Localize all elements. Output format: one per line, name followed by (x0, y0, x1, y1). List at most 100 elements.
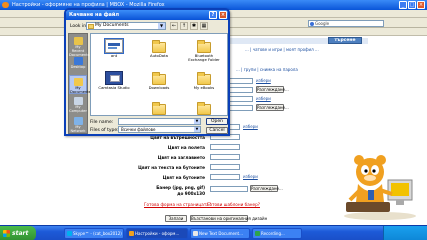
folder-icon (88, 24, 94, 29)
file-name: Camtasia Studio (98, 85, 130, 90)
firefox-icon (2, 2, 9, 8)
taskbar-button[interactable]: Recording... (252, 228, 302, 239)
look-in-value: My Documents (95, 23, 129, 28)
place-my-computer[interactable]: My Computer (69, 95, 87, 114)
pick-link[interactable]: избери (256, 96, 271, 101)
place-network[interactable]: My Network (69, 115, 87, 134)
file-name-input[interactable]: ▼ (118, 118, 201, 125)
place-recent[interactable]: My Recent Documents (69, 35, 90, 56)
color-field[interactable] (210, 154, 240, 160)
reset-design-button[interactable]: Възстанови на оригиналния дизайн (190, 215, 267, 222)
file-name: My eBooks (193, 85, 215, 90)
taskbar-button[interactable]: New Text Document... (190, 228, 250, 239)
file-type-label: Files of type: (90, 128, 119, 133)
file-item[interactable]: Downloads (141, 72, 177, 90)
form-label: Банер (jpg, png, gif) (156, 185, 205, 190)
cartoon-mascot-image (344, 155, 416, 220)
taskbar-button-label: New Text Document... (199, 231, 243, 236)
file-name: Downloads (148, 85, 170, 90)
folder-icon (197, 72, 211, 85)
maximize-button[interactable]: □ (408, 1, 416, 9)
look-in-label: Look in: (70, 24, 88, 29)
color-field[interactable] (210, 164, 240, 170)
file-item[interactable]: Bluetooth Exchange Folder (186, 40, 222, 62)
file-list: ant AutoData Bluetooth Exchange Folder C… (90, 33, 228, 116)
google-search-box[interactable]: Google (308, 20, 384, 27)
system-tray (383, 226, 427, 240)
taskbar-button[interactable]: Настройки - оформ... (126, 228, 188, 239)
look-in-select[interactable]: My Documents ▼ (86, 22, 166, 30)
close-window-button[interactable]: × (417, 1, 425, 9)
file-item[interactable] (141, 102, 177, 116)
pick-link[interactable]: избери (243, 174, 258, 179)
save-button[interactable]: Запази (165, 215, 187, 222)
folder-icon (197, 102, 211, 115)
place-desktop[interactable]: Desktop (69, 55, 87, 74)
file-type-select[interactable]: Всички файлове ▼ (118, 126, 201, 133)
view-menu-icon[interactable]: ▦ (200, 22, 208, 30)
file-item[interactable] (186, 102, 222, 116)
place-label: My Documents (70, 86, 91, 94)
dialog-close-button[interactable]: × (219, 11, 227, 19)
file-item[interactable]: Camtasia Studio (96, 71, 132, 90)
start-button[interactable]: start (0, 226, 36, 240)
folder-icon (197, 40, 211, 53)
color-input[interactable] (228, 78, 253, 84)
notepad-icon (193, 231, 198, 236)
camtasia-folder-icon (105, 71, 123, 85)
browse-button[interactable]: Разглеждане... (250, 185, 283, 192)
recorder-icon (255, 231, 260, 236)
color-field[interactable] (210, 144, 240, 150)
folder-icon (152, 40, 166, 53)
form-label: Цвят на полета (167, 145, 205, 150)
open-button[interactable]: Open (206, 118, 228, 125)
dialog-title: Качване на файл (69, 12, 120, 18)
browse-button[interactable]: Разглеждане... (256, 86, 289, 93)
cancel-button[interactable]: Cancel (206, 127, 228, 134)
place-my-documents[interactable]: My Documents (69, 75, 91, 94)
file-path-input[interactable] (228, 87, 253, 93)
windows-logo-icon (3, 230, 10, 237)
taskbar-button-label: Настройки - оформ... (135, 231, 180, 236)
new-folder-icon[interactable]: ✱ (190, 22, 198, 30)
chevron-down-icon: ▼ (194, 119, 200, 124)
site-search-button[interactable]: търсене (328, 37, 362, 44)
help-link[interactable]: Готова форма на страницата? (144, 202, 211, 207)
place-label: My Computer (69, 105, 87, 113)
dialog-toolbar: ← ↑ ✱ ▦ (170, 22, 208, 30)
pick-link[interactable]: избери (243, 124, 258, 129)
chevron-down-icon: ▼ (194, 127, 200, 132)
folder-icon (152, 72, 166, 85)
banner-file-input[interactable] (210, 186, 248, 192)
folder-icon (152, 102, 166, 115)
browse-button[interactable]: Разглеждане... (256, 104, 289, 111)
file-item[interactable]: AutoData (141, 40, 177, 58)
file-path-input[interactable] (228, 105, 253, 111)
up-folder-icon[interactable]: ↑ (180, 22, 188, 30)
network-icon (73, 117, 83, 125)
recent-documents-icon (73, 37, 83, 45)
help-link[interactable]: Готови шаблони банер? (207, 202, 260, 207)
minimize-button[interactable]: _ (399, 1, 407, 9)
skype-icon (67, 231, 72, 236)
file-item[interactable]: My eBooks (186, 72, 222, 90)
taskbar-button-label: Skype™ - (cat_box2012) (73, 231, 122, 236)
taskbar: start Skype™ - (cat_box2012) Настройки -… (0, 225, 427, 240)
desktop-icon (73, 57, 83, 65)
color-field[interactable] (210, 174, 240, 180)
color-input[interactable] (228, 96, 253, 102)
back-icon[interactable]: ← (170, 22, 178, 30)
start-label: start (12, 230, 29, 237)
taskbar-button[interactable]: Skype™ - (cat_box2012) (64, 228, 124, 239)
file-name: Bluetooth Exchange Folder (188, 53, 220, 62)
place-label: Desktop (70, 65, 86, 69)
file-item[interactable]: ant (96, 38, 132, 58)
dialog-titlebar: Качване на файл ? × (66, 10, 228, 20)
top-links[interactable]: ... | чатове и игри | моят профил ... (245, 47, 319, 52)
nav-links[interactable]: ... | групи | снимка на парола (236, 67, 298, 72)
places-bar: My Recent Documents Desktop My Documents… (68, 33, 91, 134)
help-button[interactable]: ? (209, 11, 217, 19)
taskbar-button-label: Recording... (261, 231, 285, 236)
form-label: Цвят на бутоните (162, 175, 205, 180)
pick-link[interactable]: избери (256, 78, 271, 83)
